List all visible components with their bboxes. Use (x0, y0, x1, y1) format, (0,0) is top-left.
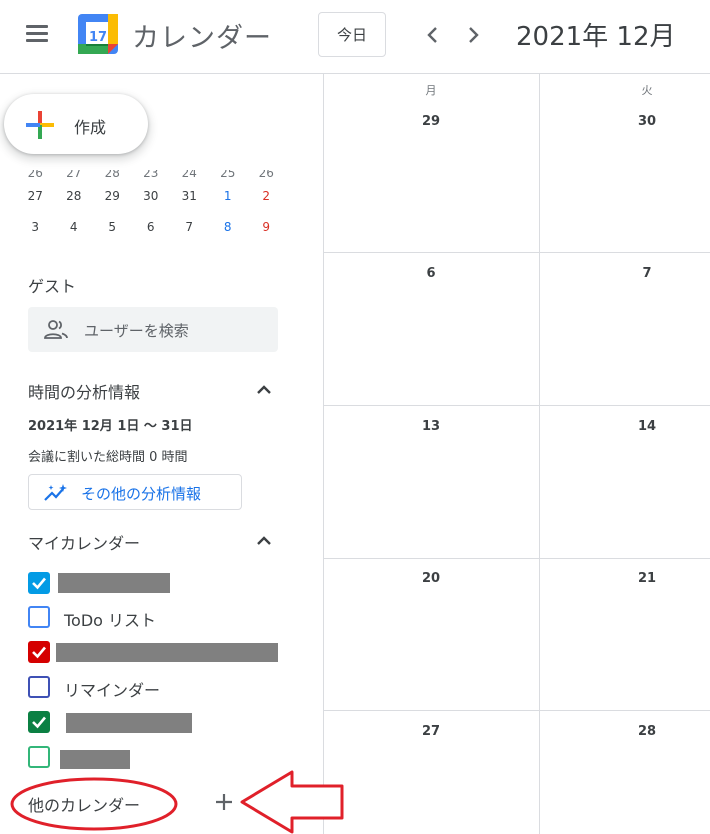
chevron-left-icon[interactable] (418, 20, 448, 50)
checkbox-checked-icon[interactable] (28, 572, 50, 594)
mini-day[interactable]: 3 (16, 220, 55, 234)
more-insights-button[interactable]: その他の分析情報 (28, 474, 242, 510)
chevron-right-icon[interactable] (458, 20, 488, 50)
day-number[interactable]: 20 (323, 571, 539, 586)
day-number[interactable]: 29 (323, 114, 539, 129)
guest-section-title: ゲスト (28, 277, 77, 296)
calendar-item-reminders[interactable]: リマインダー (28, 676, 288, 700)
mini-calendar-week: 27 28 29 30 31 1 2 (16, 180, 286, 211)
mini-day[interactable]: 1 (209, 189, 248, 203)
mini-day[interactable]: 29 (93, 189, 132, 203)
mini-day[interactable]: 28 (55, 189, 94, 203)
app-title: カレンダー (132, 23, 272, 54)
calendar-item[interactable] (28, 746, 288, 770)
calendar-item-label: リマインダー (64, 681, 161, 700)
insights-sparkle-icon (44, 484, 67, 501)
redacted-label (56, 643, 278, 662)
mini-day[interactable]: 2 (247, 189, 286, 203)
checkbox-checked-icon[interactable] (28, 711, 50, 733)
mini-calendar-week: 26 27 28 23 24 25 26 (16, 170, 286, 180)
mini-day[interactable]: 6 (132, 220, 171, 234)
mini-day[interactable]: 27 (55, 170, 94, 179)
mini-day[interactable]: 9 (247, 220, 286, 234)
day-number[interactable]: 28 (539, 724, 710, 739)
grid-divider (323, 252, 710, 253)
redacted-label (66, 713, 192, 733)
mini-day[interactable]: 5 (93, 220, 132, 234)
plus-icon (26, 111, 54, 139)
guest-search-placeholder: ユーザーを検索 (84, 322, 189, 340)
create-button[interactable]: 作成 (4, 94, 148, 154)
guest-search-input[interactable]: ユーザーを検索 (28, 307, 278, 352)
today-button[interactable]: 今日 (318, 12, 386, 57)
grid-divider (323, 710, 710, 711)
grid-divider (323, 558, 710, 559)
mini-day[interactable]: 28 (93, 170, 132, 179)
mini-day[interactable]: 26 (16, 170, 55, 179)
insights-section-title: 時間の分析情報 (28, 383, 141, 402)
weekday-header: 火 (641, 84, 653, 97)
insights-date-range: 2021年 12月 1日 〜 31日 (28, 419, 193, 434)
calendar-item[interactable] (28, 711, 288, 735)
current-month-title: 2021年 12月 (516, 22, 676, 52)
month-grid: 月 火 29 30 6 7 13 14 20 21 27 28 (323, 74, 710, 834)
day-number[interactable]: 21 (539, 571, 710, 586)
mini-day[interactable]: 31 (170, 189, 209, 203)
day-number[interactable]: 13 (323, 419, 539, 434)
day-number[interactable]: 30 (539, 114, 710, 129)
mini-day[interactable]: 25 (209, 170, 248, 179)
my-calendars-section-title: マイカレンダー (28, 534, 141, 553)
mini-day[interactable]: 27 (16, 189, 55, 203)
grid-divider (323, 405, 710, 406)
checkbox-unchecked-icon[interactable] (28, 746, 50, 768)
calendar-item[interactable] (28, 641, 288, 665)
mini-calendar: 26 27 28 23 24 25 26 27 28 29 30 31 1 2 … (16, 170, 286, 242)
main-menu-icon[interactable] (24, 22, 50, 48)
day-number[interactable]: 7 (539, 266, 710, 281)
mini-day[interactable]: 4 (55, 220, 94, 234)
mini-day[interactable]: 30 (132, 189, 171, 203)
people-icon (44, 320, 68, 339)
calendar-logo-icon[interactable]: 17 (78, 14, 118, 54)
chevron-up-icon[interactable] (254, 380, 274, 400)
day-number[interactable]: 14 (539, 419, 710, 434)
grid-divider (323, 74, 324, 834)
logo-day: 17 (89, 30, 107, 45)
redacted-label (58, 573, 170, 593)
app-header: 17 カレンダー 今日 2021年 12月 (0, 0, 710, 74)
add-other-calendar-plus-icon[interactable] (212, 790, 236, 814)
calendar-item-label: ToDo リスト (64, 611, 157, 630)
chevron-up-icon[interactable] (254, 531, 274, 551)
redacted-label (60, 750, 130, 769)
mini-day[interactable]: 26 (247, 170, 286, 179)
checkbox-checked-icon[interactable] (28, 641, 50, 663)
calendar-item-todo[interactable]: ToDo リスト (28, 606, 288, 630)
day-number[interactable]: 27 (323, 724, 539, 739)
more-insights-label: その他の分析情報 (81, 485, 202, 503)
mini-day[interactable]: 7 (170, 220, 209, 234)
mini-calendar-week: 3 4 5 6 7 8 9 (16, 211, 286, 242)
create-label: 作成 (74, 118, 107, 137)
mini-day[interactable]: 24 (170, 170, 209, 179)
insights-total-meeting-time: 会議に割いた総時間 0 時間 (28, 450, 188, 465)
sidebar: 作成 26 27 28 23 24 25 26 27 28 29 30 31 1… (0, 74, 323, 834)
weekday-header: 月 (425, 84, 437, 97)
checkbox-unchecked-icon[interactable] (28, 606, 50, 628)
grid-divider (539, 74, 540, 834)
other-calendars-section-title: 他のカレンダー (28, 796, 141, 815)
checkbox-unchecked-icon[interactable] (28, 676, 50, 698)
day-number[interactable]: 6 (323, 266, 539, 281)
calendar-item[interactable] (28, 572, 288, 596)
mini-day[interactable]: 8 (209, 220, 248, 234)
mini-day[interactable]: 23 (132, 170, 171, 179)
